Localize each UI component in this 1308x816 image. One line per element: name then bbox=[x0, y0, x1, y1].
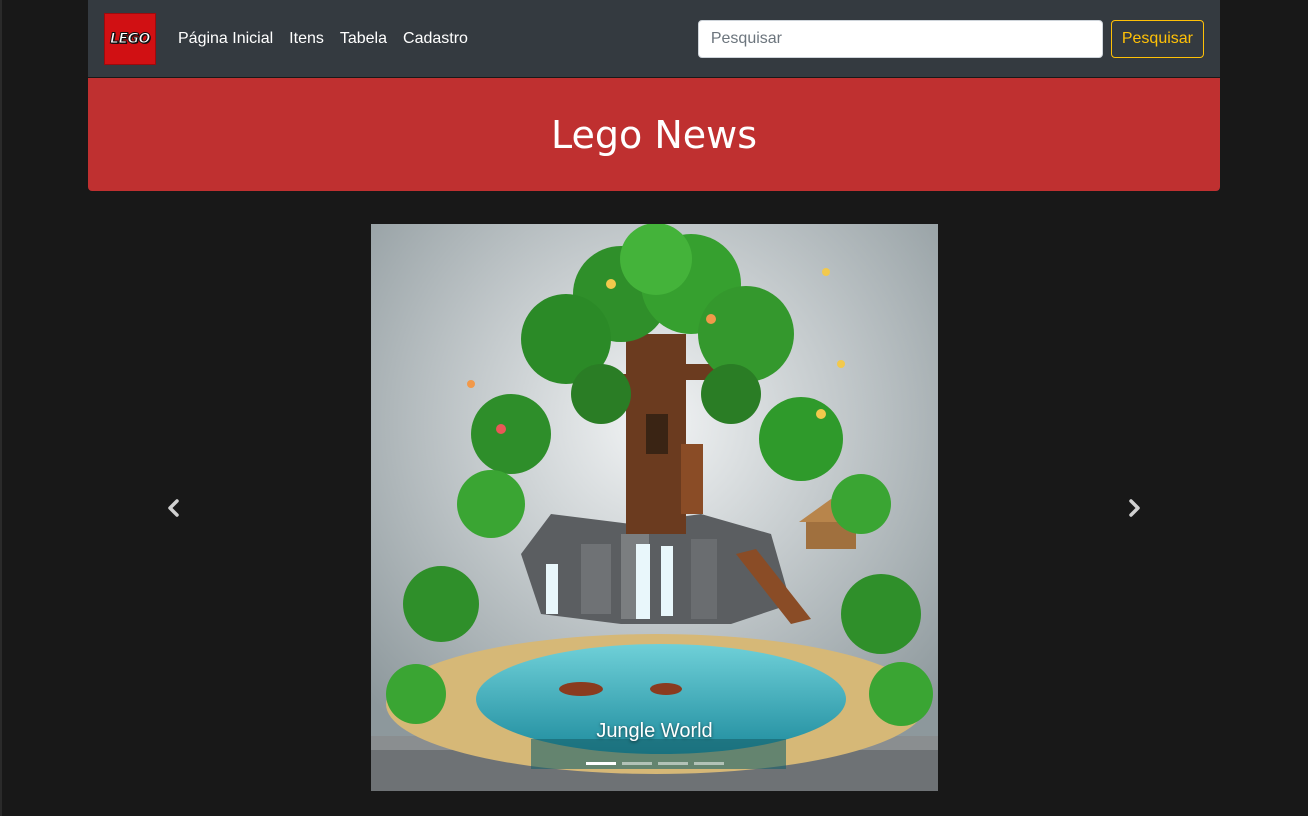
carousel-caption: Jungle World bbox=[596, 720, 713, 742]
news-banner: Lego News bbox=[88, 78, 1220, 191]
nav-links: Página Inicial Itens Tabela Cadastro bbox=[178, 30, 468, 48]
nav-link-register[interactable]: Cadastro bbox=[403, 30, 468, 48]
carousel-slide[interactable]: Jungle World bbox=[371, 224, 938, 791]
page-title: Lego News bbox=[550, 112, 757, 157]
page-container: LEGO Página Inicial Itens Tabela Cadastr… bbox=[88, 0, 1220, 191]
search-form: Pesquisar bbox=[697, 19, 1204, 58]
carousel-indicator-4[interactable] bbox=[693, 762, 724, 765]
lego-logo-text: LEGO bbox=[110, 30, 151, 47]
nav-link-items[interactable]: Itens bbox=[289, 30, 324, 48]
carousel-indicator-3[interactable] bbox=[657, 762, 688, 765]
navbar: LEGO Página Inicial Itens Tabela Cadastr… bbox=[88, 0, 1220, 77]
chevron-left-icon bbox=[168, 498, 179, 517]
carousel-indicator-2[interactable] bbox=[621, 762, 652, 765]
page-edge bbox=[0, 0, 2, 816]
carousel-indicator-1[interactable] bbox=[585, 762, 616, 765]
chevron-right-icon bbox=[1129, 498, 1140, 517]
jungle-world-image bbox=[371, 224, 938, 791]
lego-logo[interactable]: LEGO bbox=[104, 12, 156, 65]
carousel-indicators bbox=[371, 762, 938, 765]
nav-link-table[interactable]: Tabela bbox=[340, 30, 387, 48]
carousel: Jungle World bbox=[88, 224, 1220, 791]
search-input[interactable] bbox=[697, 19, 1103, 58]
search-button[interactable]: Pesquisar bbox=[1110, 19, 1204, 58]
nav-link-home[interactable]: Página Inicial bbox=[178, 30, 273, 48]
carousel-prev-button[interactable] bbox=[88, 224, 258, 791]
carousel-next-button[interactable] bbox=[1050, 224, 1220, 791]
